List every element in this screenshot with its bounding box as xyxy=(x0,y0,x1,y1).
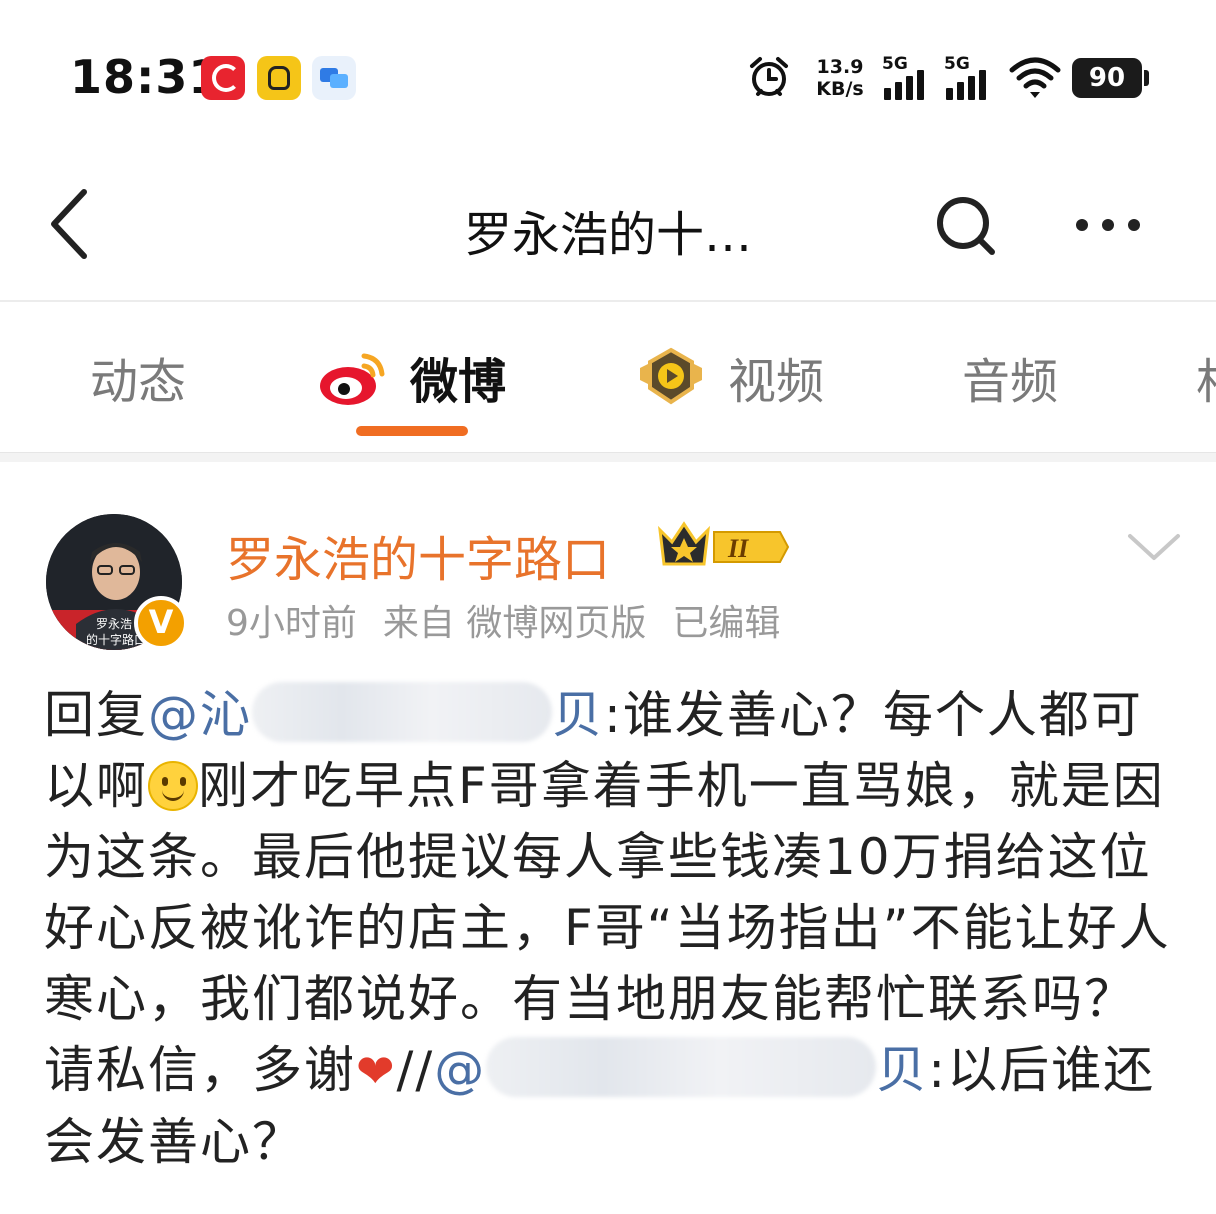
post-meta: 9小时前 来自 微博网页版 已编辑 xyxy=(226,594,806,646)
back-button[interactable] xyxy=(40,184,100,264)
mention-link-1[interactable]: @沁贝 xyxy=(148,682,604,744)
navigation-bar: 罗永浩的十… xyxy=(0,150,1216,300)
repost-separator: // xyxy=(396,1041,435,1099)
active-tab-indicator xyxy=(356,426,468,436)
member-level: II xyxy=(727,534,749,563)
tab-dynamics[interactable]: 动态 xyxy=(90,342,186,412)
wifi-icon xyxy=(1009,57,1061,98)
svg-text:罗永浩: 罗永浩 xyxy=(96,617,132,631)
post-text: 回复@沁 贝:谁发善心？每个人都可以啊 刚才吃早点F哥拿着手机一直骂娘，就是因为这条… xyxy=(44,680,1174,1178)
status-time: 18:31 xyxy=(70,50,222,104)
network-speed: 13.9 KB/s xyxy=(812,56,868,100)
section-divider xyxy=(0,452,1216,462)
tab-label: 视频 xyxy=(728,354,825,410)
cellular-signal-2: 5G xyxy=(944,54,998,100)
profile-tab-bar: 动态 微博 视频 音频 相 xyxy=(0,302,1216,452)
tab-album[interactable]: 相 xyxy=(1196,342,1216,412)
redacted-blur xyxy=(486,1037,877,1097)
cellular-signal-1: 5G xyxy=(882,54,936,100)
chat-app-icon xyxy=(312,56,356,100)
search-button[interactable] xyxy=(930,190,1000,260)
tab-audio[interactable]: 音频 xyxy=(962,342,1058,412)
network-speed-unit: KB/s xyxy=(816,78,864,100)
tab-label: 相 xyxy=(1196,342,1216,412)
reply-prefix: 回复 xyxy=(44,686,148,744)
network-speed-value: 13.9 xyxy=(816,56,864,78)
signal-bars-icon xyxy=(884,70,924,100)
tab-label: 微博 xyxy=(410,354,507,410)
smile-emoji-icon xyxy=(148,761,198,811)
tab-weibo[interactable]: 微博 xyxy=(318,342,506,412)
status-bar: 18:31 13.9 KB/s 5G 5G 90 xyxy=(0,0,1216,150)
mention-link-2[interactable]: @ 贝 xyxy=(434,1037,928,1099)
video-badge-icon xyxy=(640,347,702,405)
signal-bars-icon xyxy=(946,70,986,100)
hand-app-icon xyxy=(257,56,301,100)
redacted-blur xyxy=(252,682,552,742)
heart-emoji-icon: ❤ xyxy=(356,1044,397,1098)
news-app-icon xyxy=(201,56,245,100)
vip-crown-badge-icon[interactable]: II xyxy=(654,518,790,576)
tab-label: 音频 xyxy=(962,354,1059,410)
chevron-down-icon[interactable] xyxy=(1126,530,1182,564)
author-name[interactable]: 罗永浩的十字路口 xyxy=(226,520,610,590)
more-options-button[interactable] xyxy=(1068,200,1148,250)
battery-indicator: 90 xyxy=(1072,58,1149,98)
weibo-profile-screen: 18:31 13.9 KB/s 5G 5G 90 罗永浩的十… 动态 微博 视频… xyxy=(0,0,1216,1214)
post-time: 9小时前 xyxy=(226,603,357,644)
alarm-icon xyxy=(750,57,788,96)
tab-video[interactable]: 视频 xyxy=(636,342,824,412)
battery-level: 90 xyxy=(1088,63,1126,93)
post-edited: 已编辑 xyxy=(672,603,781,644)
page-title: 罗永浩的十… xyxy=(463,207,752,263)
verified-badge-icon: V xyxy=(134,596,188,650)
post-source[interactable]: 来自 微博网页版 xyxy=(383,603,646,644)
weibo-post: 罗永浩 的十字路口 V 罗永浩的十字路口 II 9小时前 来自 微博网页版 已编辑 … xyxy=(0,462,1216,1214)
weibo-logo-icon xyxy=(320,353,385,405)
tab-label: 动态 xyxy=(90,354,187,410)
